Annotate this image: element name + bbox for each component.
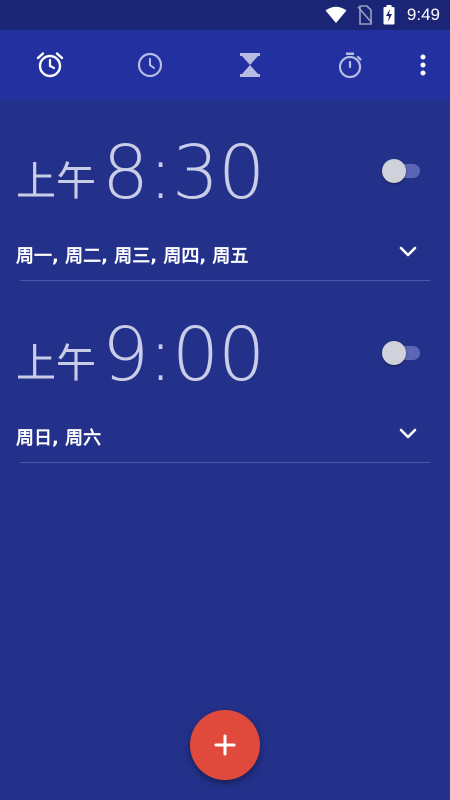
alarm-days: 周日, 周六	[16, 428, 102, 449]
toolbar	[0, 30, 450, 100]
no-sim-icon	[357, 5, 373, 25]
alarm-item[interactable]: 上午 8:30 周一, 周二, 周三, 周四, 周五	[0, 100, 450, 281]
tab-clock[interactable]	[135, 50, 165, 80]
alarm-time[interactable]: 8:30	[102, 136, 265, 210]
toggle-thumb	[382, 159, 406, 183]
add-icon	[214, 734, 236, 756]
alarm-days: 周一, 周二, 周三, 周四, 周五	[16, 246, 249, 267]
alarm-toggle[interactable]	[382, 156, 422, 183]
alarm-item[interactable]: 上午 9:00 周日, 周六	[0, 282, 450, 463]
add-alarm-button[interactable]	[190, 710, 260, 780]
battery-charging-icon	[383, 5, 395, 25]
stopwatch-icon	[338, 52, 362, 79]
overflow-menu-button[interactable]	[408, 50, 438, 80]
status-time: 9:49	[406, 5, 440, 24]
divider	[20, 280, 430, 281]
alarm-ampm: 上午	[16, 341, 96, 387]
alarm-toggle[interactable]	[382, 338, 422, 365]
toggle-thumb	[382, 341, 406, 365]
alarm-list: 上午 8:30 周一, 周二, 周三, 周四, 周五 上午 9:00 周日, 周…	[0, 100, 450, 800]
alarm-ampm: 上午	[16, 159, 96, 205]
expand-button[interactable]	[396, 240, 420, 264]
clock-icon	[137, 52, 163, 78]
chevron-down-icon	[399, 428, 417, 439]
tab-stopwatch[interactable]	[335, 50, 365, 80]
more-vert-icon	[420, 54, 426, 76]
divider	[20, 462, 430, 463]
alarm-time-row[interactable]: 上午 8:30	[16, 130, 265, 210]
alarm-time[interactable]: 9:00	[102, 318, 265, 392]
tab-timer[interactable]	[235, 50, 265, 80]
hourglass-icon	[240, 53, 260, 77]
wifi-icon	[325, 6, 347, 23]
chevron-down-icon	[399, 246, 417, 257]
status-bar: 9:49	[0, 0, 450, 30]
status-icons: 9:49	[325, 4, 440, 26]
tab-alarm[interactable]	[35, 50, 65, 80]
alarm-clock-icon	[36, 52, 64, 78]
expand-button[interactable]	[396, 422, 420, 446]
alarm-time-row[interactable]: 上午 9:00	[16, 312, 265, 392]
